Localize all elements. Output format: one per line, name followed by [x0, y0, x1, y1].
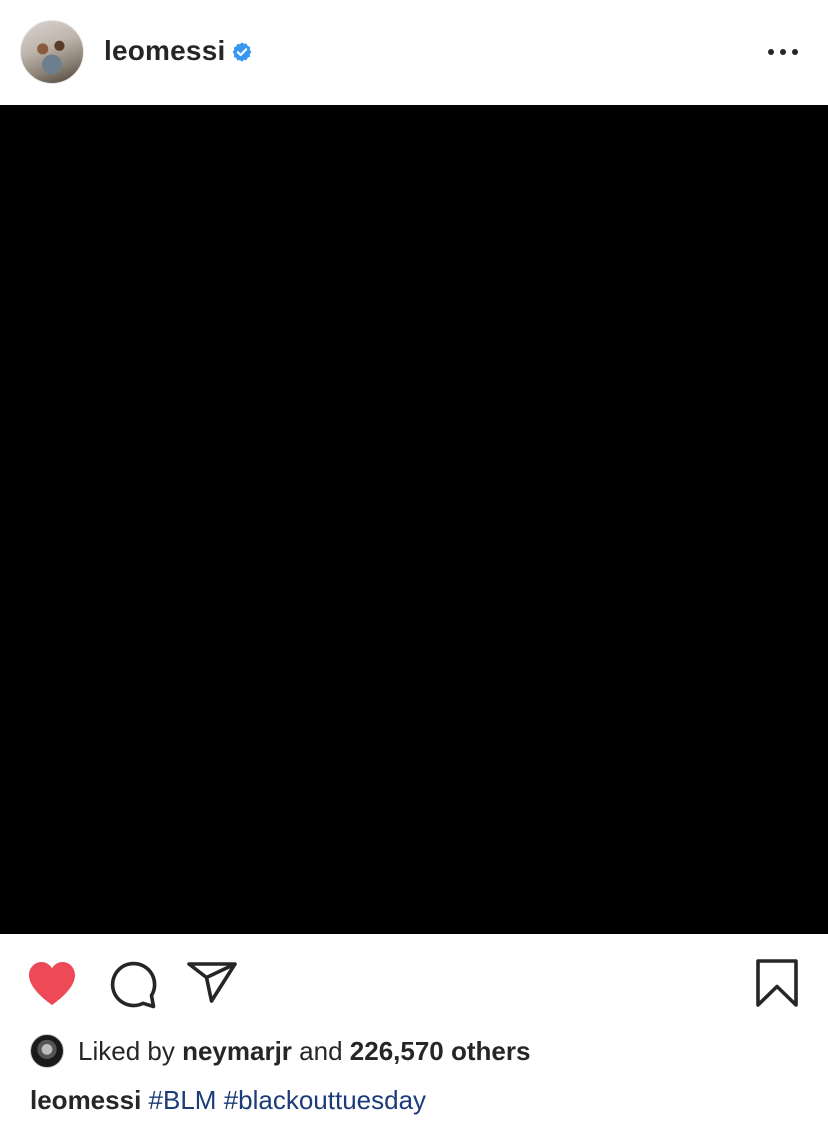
likes-conjunction: and	[299, 1036, 343, 1066]
direct-share-icon[interactable]	[186, 960, 238, 1004]
profile-avatar[interactable]	[20, 20, 84, 84]
verified-badge-icon	[232, 42, 252, 62]
post-caption: leomessi #BLM #blackouttuesday	[30, 1083, 426, 1117]
caption-username[interactable]: leomessi	[30, 1085, 141, 1115]
post-image[interactable]	[0, 105, 828, 934]
likes-count[interactable]: 226,570 others	[350, 1036, 531, 1066]
likes-summary: Liked by neymarjr and 226,570 others	[30, 1032, 810, 1070]
more-options-icon[interactable]	[766, 40, 800, 64]
likes-prefix: Liked by	[78, 1036, 175, 1066]
hashtag-blackouttuesday[interactable]: #blackouttuesday	[224, 1085, 426, 1115]
liker-username[interactable]: neymarjr	[182, 1036, 292, 1066]
hashtag-blm[interactable]: #BLM	[149, 1085, 217, 1115]
likes-text: Liked by neymarjr and 226,570 others	[78, 1035, 530, 1067]
post-header: leomessi	[0, 0, 828, 105]
comment-icon[interactable]	[107, 959, 157, 1009]
post-actions-bar	[0, 934, 828, 1024]
heart-icon[interactable]	[26, 959, 78, 1007]
liker-avatar[interactable]	[30, 1034, 64, 1068]
bookmark-icon[interactable]	[754, 958, 800, 1008]
post-username[interactable]: leomessi	[104, 33, 225, 69]
